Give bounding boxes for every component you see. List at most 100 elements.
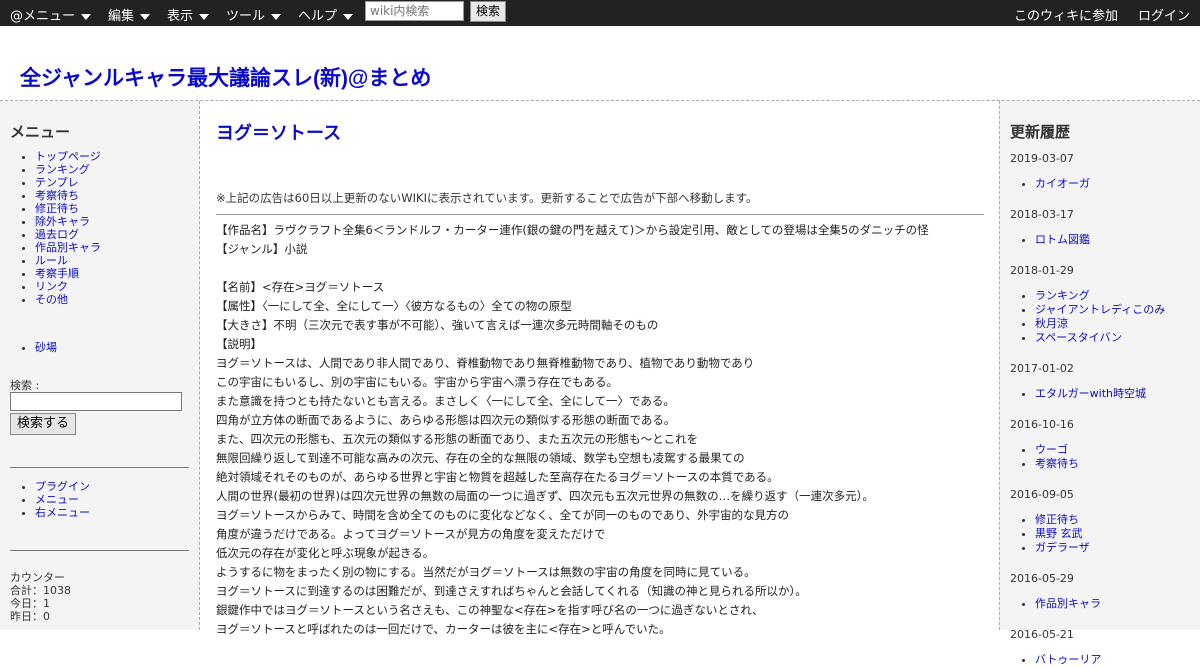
left-sidebar: メニュー トップページ ランキング テンプレ 考察待ち 修正待ち 除外キャラ 過… [0,101,200,630]
update-link[interactable]: 秋月涼 [1035,317,1068,330]
left-extra-list: 砂場 [10,341,57,354]
update-date: 2019-03-07 [1010,152,1074,165]
wiki-search-input[interactable] [365,1,464,21]
menu-link-excluded[interactable]: 除外キャラ [35,215,90,228]
list-item: スペースタイバン [1035,331,1165,345]
menu-link-top[interactable]: トップページ [35,150,101,163]
article-line: 無限回繰り返して到達不可能な高みの次元、存在の全的な無限の領域、数学も空想も凌駕… [216,451,745,465]
menu-label: 表示 [167,9,194,24]
login-link[interactable]: ログイン [1138,5,1190,24]
menu-edit[interactable]: 編集 [108,5,151,24]
left-menu-heading: メニュー [10,123,71,141]
menu-item: 考察手順 [35,267,101,280]
menu-link-links[interactable]: リンク [35,280,68,293]
article-line: 低次元の存在が変化と呼ぶ現象が起きる。 [216,546,435,560]
menu-edit-link[interactable]: メニュー [35,493,79,506]
caret-down-icon [140,13,151,20]
left-divider [10,467,189,468]
menu-link-template[interactable]: テンプレ [35,176,79,189]
update-link[interactable]: カイオーガ [1035,177,1090,190]
article-line: 角度が違うだけである。よってヨグ＝ソトースが見方の角度を変えただけで [216,527,606,541]
menu-item: 作品別キャラ [35,241,101,254]
menu-link-other[interactable]: その他 [35,293,68,306]
article-line: また、四次元の形態も、五次元の類似する形態の断面であり、また五次元の形態も～とこ… [216,432,699,446]
list-item: バトゥーリア [1035,653,1101,667]
update-list: ウーゴ考察待ち [1010,443,1079,471]
list-item: エタルガーwith時空城 [1035,387,1146,401]
menu-tools[interactable]: ツール [226,5,282,24]
ad-notice: ※上記の広告は60日以上更新のないWIKIに表示されています。更新することで広告… [216,191,758,205]
menu-item: ランキング [35,163,101,176]
update-list: バトゥーリア [1010,653,1101,667]
side-search-button[interactable]: 検索する [10,413,76,435]
menu-at-menu[interactable]: @メニュー [10,5,92,24]
menu-link-past-logs[interactable]: 過去ログ [35,228,79,241]
menu-link-sandbox[interactable]: 砂場 [35,341,57,354]
menu-help[interactable]: ヘルプ [298,5,354,24]
menu-item: メニュー [35,493,90,506]
update-list: エタルガーwith時空城 [1010,387,1146,401]
menu-link-procedure[interactable]: 考察手順 [35,267,79,280]
side-search-input[interactable] [10,392,182,411]
article-line: ヨグ＝ソトースに到達するのは困難だが、到達さえすればちゃんと会話してくれる（知識… [216,584,807,598]
side-search-label: 検索 : [10,379,40,392]
site-title[interactable]: 全ジャンルキャラ最大議論スレ(新)@まとめ [20,62,431,92]
update-link[interactable]: ロトム図鑑 [1035,233,1090,246]
caret-down-icon [199,13,210,20]
join-wiki-link[interactable]: このウィキに参加 [1014,5,1118,24]
update-link[interactable]: スペースタイバン [1035,331,1122,344]
update-link[interactable]: ランキング [1035,289,1090,302]
menu-link-by-work[interactable]: 作品別キャラ [35,241,101,254]
list-item: ウーゴ [1035,443,1079,457]
update-link[interactable]: 考察待ち [1035,457,1079,470]
menu-link-rules[interactable]: ルール [35,254,68,267]
plugin-link[interactable]: プラグイン [35,480,90,493]
list-item: ジャイアントレディこのみ [1035,303,1165,317]
update-date: 2018-03-17 [1010,208,1074,221]
list-item: 考察待ち [1035,457,1079,471]
article-line: 【説明】 [216,337,262,351]
update-list: 修正待ち黒野 玄武ガデラーザ [1010,513,1090,555]
update-link[interactable]: バトゥーリア [1035,653,1101,666]
right-menu-link[interactable]: 右メニュー [35,506,90,519]
update-link[interactable]: ジャイアントレディこのみ [1035,303,1165,316]
article-line: 【ジャンル】小説 [216,242,308,256]
list-item: 作品別キャラ [1035,597,1101,611]
update-date: 2016-09-05 [1010,488,1074,501]
counter-yesterday: 昨日：0 [10,610,50,623]
update-link[interactable]: ガデラーザ [1035,541,1090,554]
article-line [216,259,984,278]
menu-item: 修正待ち [35,202,101,215]
article-line: この宇宙にもいるし、別の宇宙にもいる。宇宙から宇宙へ漂う存在でもある。 [216,375,619,389]
update-link[interactable]: エタルガーwith時空城 [1035,387,1146,400]
menu-view[interactable]: 表示 [167,5,210,24]
update-list: 作品別キャラ [1010,597,1101,611]
menu-link-ranking[interactable]: ランキング [35,163,90,176]
top-navigation-bar: @メニュー 編集 表示 ツール ヘルプ 検索 このウィキに参加 ログイン [0,0,1200,26]
menu-label: ヘルプ [298,9,338,24]
update-link[interactable]: 作品別キャラ [1035,597,1101,610]
menu-item: ルール [35,254,101,267]
page-title[interactable]: ヨグ＝ソトース [216,119,341,145]
caret-down-icon [81,13,92,20]
update-link[interactable]: 黒野 玄武 [1035,527,1083,540]
menu-item: その他 [35,293,101,306]
list-item: ロトム図鑑 [1035,233,1090,247]
list-item: ガデラーザ [1035,541,1090,555]
recent-updates-heading: 更新履歴 [1010,123,1071,141]
article-line: 絶対領域それそのものが、あらゆる世界と宇宙と物質を超越した至高存在たるヨグ＝ソト… [216,470,779,484]
menu-item: 砂場 [35,341,57,354]
article-line: また意識を持つとも持たないとも言える。まさしく〈一にして全、全にして一〉である。 [216,394,675,408]
wiki-search-button[interactable]: 検索 [470,1,506,22]
left-menu-list: トップページ ランキング テンプレ 考察待ち 修正待ち 除外キャラ 過去ログ 作… [10,150,101,306]
article-line: 人間の世界(最初の世界)は四次元世界の無数の局面の一つに過ぎず、四次元も五次元世… [216,489,874,503]
menu-link-pending-fix[interactable]: 修正待ち [35,202,79,215]
menu-link-pending-review[interactable]: 考察待ち [35,189,79,202]
caret-down-icon [343,13,354,20]
menu-label: @メニュー [10,9,76,24]
article-line: 銀鍵作中ではヨグ＝ソトースという名さえも、この神聖な<存在>を指す呼び名の一つに… [216,603,764,617]
menu-label: 編集 [108,9,135,24]
right-sidebar: 更新履歴 2019-03-07 カイオーガ 2018-03-17 ロトム図鑑 2018-… [999,101,1200,666]
update-link[interactable]: 修正待ち [1035,513,1079,526]
update-link[interactable]: ウーゴ [1035,443,1068,456]
